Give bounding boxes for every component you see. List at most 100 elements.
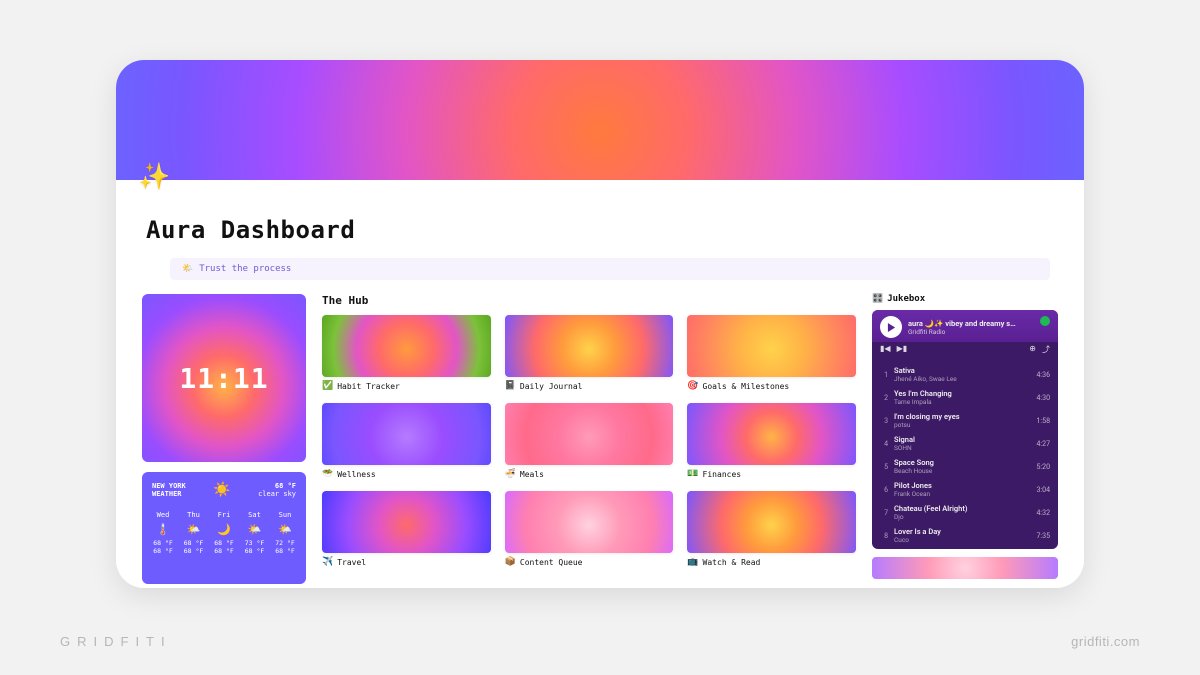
- track-duration: 5:20: [1037, 463, 1051, 471]
- track-name: Lover Is a Day: [894, 527, 1031, 536]
- hub-item-label: Goals & Milestones: [703, 382, 790, 391]
- forecast-day: Wed🌡️68 °F68 °F: [152, 511, 174, 556]
- motto-banner: 🌤️ Trust the process: [170, 258, 1050, 280]
- music-icon: 🎛️: [872, 294, 883, 304]
- weather-icon: 🌤️: [278, 523, 292, 536]
- add-button[interactable]: ⊕: [1029, 344, 1036, 355]
- forecast-day: Fri🌙68 °F68 °F: [213, 511, 235, 556]
- share-button[interactable]: ⤴: [1042, 344, 1050, 355]
- forecast-day: Sun🌤️72 °F68 °F: [274, 511, 296, 556]
- track-duration: 4:30: [1037, 394, 1051, 402]
- hub-thumbnail: [505, 403, 674, 465]
- clock-widget: 11:11: [142, 294, 306, 462]
- track-artist: Cuco: [894, 536, 1031, 544]
- weather-now-temp: 68 °F: [258, 482, 296, 490]
- track-row[interactable]: 7Chateau (Feel Alright)Djo4:32: [872, 501, 1058, 524]
- hub-item-icon: ✈️: [322, 557, 333, 567]
- track-artist: Frank Ocean: [894, 490, 1031, 498]
- hub-item-icon: 💵: [687, 469, 698, 479]
- prev-track-button[interactable]: ▮◀: [880, 344, 891, 355]
- music-player[interactable]: aura 🌙✨ vibey and dreamy s… Gridfiti Rad…: [872, 310, 1058, 549]
- track-artist: Djo: [894, 513, 1031, 521]
- playlist-artist: Gridfiti Radio: [908, 328, 1016, 336]
- weather-city-sub: WEATHER: [152, 490, 186, 498]
- track-duration: 4:36: [1037, 371, 1051, 379]
- track-artist: Jhené Aiko, Swae Lee: [894, 375, 1031, 383]
- jukebox-title: 🎛️ Jukebox: [872, 294, 1058, 304]
- track-number: 7: [880, 509, 888, 517]
- track-duration: 1:58: [1037, 417, 1051, 425]
- page-title: Aura Dashboard: [146, 216, 1060, 244]
- spotify-icon: [1040, 316, 1050, 326]
- track-duration: 7:35: [1037, 532, 1051, 540]
- track-number: 2: [880, 394, 888, 402]
- forecast-day-label: Sat: [248, 511, 261, 519]
- track-artist: SOHN: [894, 444, 1031, 452]
- hub-thumbnail: [322, 403, 491, 465]
- weather-widget: NEW YORK WEATHER ☀️ 68 °F clear sky Wed🌡…: [142, 472, 306, 584]
- hub-thumbnail: [687, 403, 856, 465]
- hub-item-icon: 🍜: [505, 469, 516, 479]
- track-row[interactable]: 8 Lover Is a DayCuco 7:35: [872, 524, 1058, 547]
- hub-item-label: Content Queue: [520, 558, 583, 567]
- hub-item-label: Watch & Read: [703, 558, 761, 567]
- track-number: 3: [880, 417, 888, 425]
- track-row[interactable]: 5Space SongBeach House5:20: [872, 455, 1058, 478]
- hub-item-icon: 📺: [687, 557, 698, 567]
- hub-item-label: Travel: [337, 558, 366, 567]
- hub-item[interactable]: 💵Finances: [687, 403, 856, 479]
- weather-city: NEW YORK: [152, 482, 186, 490]
- hub-title: The Hub: [322, 294, 856, 307]
- track-row[interactable]: 1SativaJhené Aiko, Swae Lee4:36: [872, 363, 1058, 386]
- track-name: Signal: [894, 435, 1031, 444]
- weather-icon: 🌤️: [248, 523, 262, 536]
- cover-banner: [116, 60, 1084, 180]
- hub-thumbnail: [322, 491, 491, 553]
- hub-item-icon: ✅: [322, 381, 333, 391]
- hub-item-icon: 📦: [505, 557, 516, 567]
- hub-item-icon: 🥗: [322, 469, 333, 479]
- track-artist: Beach House: [894, 467, 1031, 475]
- track-number: 8: [880, 532, 888, 540]
- forecast-day: Thu 🌤️ 68 °F68 °F: [183, 511, 205, 556]
- next-track-button[interactable]: ▶▮: [897, 344, 908, 355]
- forecast-day-label: Thu: [187, 511, 200, 519]
- track-row[interactable]: 6Pilot JonesFrank Ocean3:04: [872, 478, 1058, 501]
- forecast-temps: 72 °F68 °F: [275, 540, 295, 556]
- brand-url: gridfiti.com: [1071, 634, 1140, 649]
- weather-icon: 🌡️: [156, 523, 170, 536]
- track-name: Sativa: [894, 366, 1031, 375]
- track-name: Chateau (Feel Alright): [894, 504, 1031, 513]
- hub-item[interactable]: 🥗Wellness: [322, 403, 491, 479]
- weather-now-cond: clear sky: [258, 490, 296, 498]
- hub-item[interactable]: 📺 Watch & Read: [687, 491, 856, 567]
- clock-time: 11:11: [179, 362, 268, 395]
- play-button[interactable]: [880, 316, 902, 338]
- track-row[interactable]: 4 SignalSOHN 4:27: [872, 432, 1058, 455]
- hub-item[interactable]: 📦 Content Queue: [505, 491, 674, 567]
- forecast-day-label: Fri: [218, 511, 231, 519]
- hub-item-icon: 🎯: [687, 381, 698, 391]
- hub-thumbnail: [687, 315, 856, 377]
- track-number: 6: [880, 486, 888, 494]
- sparkles-icon: ✨: [138, 162, 170, 192]
- forecast-temps: 68 °F68 °F: [184, 540, 204, 556]
- brand-wordmark: GRIDFITI: [60, 634, 172, 649]
- hub-item[interactable]: ✈️ Travel: [322, 491, 491, 567]
- playlist-title: aura 🌙✨ vibey and dreamy s…: [908, 319, 1016, 328]
- track-name: Pilot Jones: [894, 481, 1031, 490]
- track-row[interactable]: 3I'm closing my eyespotsu1:58: [872, 409, 1058, 432]
- jukebox-title-text: Jukebox: [887, 294, 925, 304]
- hub-item[interactable]: ✅Habit Tracker: [322, 315, 491, 391]
- track-duration: 4:27: [1037, 440, 1051, 448]
- hub-thumbnail: [505, 315, 674, 377]
- sun-icon: ☀️: [213, 482, 230, 498]
- track-row[interactable]: 2Yes I'm ChangingTame Impala4:30: [872, 386, 1058, 409]
- hub-item[interactable]: 🎯 Goals & Milestones: [687, 315, 856, 391]
- forecast-temps: 68 °F68 °F: [214, 540, 234, 556]
- weather-icon: 🌤️: [187, 523, 201, 536]
- hub-item[interactable]: 🍜Meals: [505, 403, 674, 479]
- track-number: 4: [880, 440, 888, 448]
- hub-item[interactable]: 📓Daily Journal: [505, 315, 674, 391]
- motto-text: Trust the process: [199, 264, 291, 274]
